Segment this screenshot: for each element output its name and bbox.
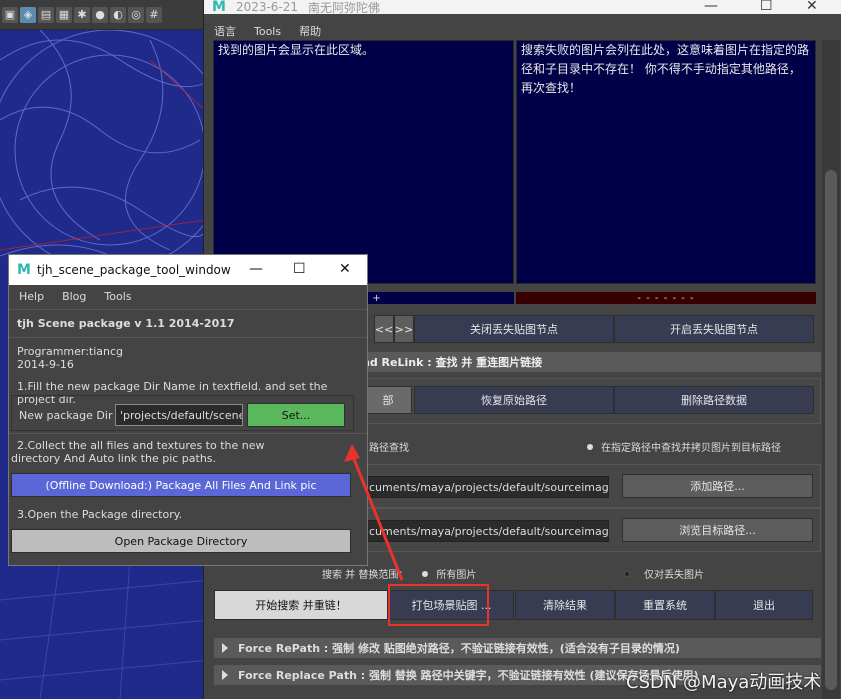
radio-unselected-icon [624, 570, 630, 577]
minimize-icon[interactable]: — [249, 261, 263, 277]
menu-tools[interactable]: Tools [254, 25, 281, 38]
copy-to-target-radio[interactable]: 在指定路径中查找并拷贝图片到目标路径 [587, 439, 781, 454]
open-missing-nodes-button[interactable]: 开启丢失贴图节点 [614, 315, 814, 343]
delete-path-data-button[interactable]: 删除路径数据 [614, 386, 814, 414]
start-search-button[interactable]: 开始搜索 并重链！ [214, 590, 388, 620]
close-icon[interactable]: ✕ [339, 261, 351, 277]
camera-icon[interactable]: ◐ [110, 6, 126, 23]
scope-missing-label: 仅对丢失图片 [644, 570, 704, 581]
divider [9, 433, 367, 434]
programmer-label: Programmer:tiancg [17, 345, 124, 358]
close-missing-nodes-button[interactable]: 关闭丢失贴图节点 [414, 315, 614, 343]
force-repath-section[interactable]: Force RePath : 强制 修改 贴图绝对路径，不验证链接有效性，(适合… [214, 638, 821, 658]
clear-results-button[interactable]: 清除结果 [515, 590, 615, 620]
menu-tools[interactable]: Tools [104, 290, 131, 303]
expand-arrow-icon [222, 643, 228, 653]
radio-selected-icon [587, 443, 593, 450]
new-package-label: New package Dir : [19, 409, 120, 422]
relink-menu-bar: 语言 Tools 帮助 [204, 22, 841, 40]
step2-line1: 2.Collect the all files and textures to … [17, 439, 265, 452]
relink-section-header[interactable]: nd ReLink : 查找 并 重连图片链接 [354, 352, 821, 372]
copy-to-target-label: 在指定路径中查找并拷贝图片到目标路径 [601, 443, 781, 454]
new-package-input[interactable]: 'projects/default/scenes [115, 404, 243, 426]
close-icon[interactable]: ✕ [806, 0, 818, 14]
force-repath-label: Force RePath : 强制 修改 贴图绝对路径，不验证链接有效性，(适合… [238, 642, 680, 655]
scrollbar-thumb[interactable] [825, 170, 837, 690]
maximize-icon[interactable]: ☐ [293, 261, 306, 277]
scope-all-radio-icon[interactable] [422, 570, 429, 577]
set-button[interactable]: Set... [247, 403, 345, 427]
missing-images-pane[interactable]: 搜索失败的图片会列在此处，这意味着图片在指定的路径和子目录中不存在！ 你不得不手… [516, 40, 816, 284]
title-date: 2023-6-21 [235, 0, 299, 14]
reset-system-button[interactable]: 重置系统 [615, 590, 715, 620]
tool-header: tjh Scene package v 1.1 2014-2017 [17, 317, 235, 330]
tool-title: tjh_scene_package_tool_window [36, 263, 231, 277]
isolate-icon[interactable]: ◎ [128, 6, 144, 23]
tool-menu-bar: Help Blog Tools [9, 285, 367, 307]
minimize-icon[interactable]: — [704, 0, 718, 14]
maya-logo-icon: M [17, 262, 31, 278]
found-images-pane[interactable]: 找到的图片会显示在此区域。 [213, 40, 514, 284]
exit-button[interactable]: 退出 [715, 590, 813, 620]
title-text: 南无阿弥陀佛 [308, 0, 381, 15]
restore-path-button[interactable]: 恢复原始路径 [414, 386, 614, 414]
light-icon[interactable]: ✱ [74, 6, 90, 23]
grid-icon[interactable]: # [146, 6, 162, 23]
nav-prev-button[interactable]: << [374, 315, 394, 343]
date-label: 2014-9-16 [17, 358, 74, 371]
missing-status-bar: - - - - - - - [516, 292, 816, 304]
watermark: CSDN @Maya动画技术 [626, 672, 822, 693]
annotation-highlight-box [388, 584, 489, 626]
menu-language[interactable]: 语言 [214, 23, 236, 39]
menu-blog[interactable]: Blog [62, 290, 86, 303]
step3-text: 3.Open the Package directory. [17, 508, 183, 521]
sphere-icon[interactable]: ● [92, 6, 108, 23]
scope-all-label[interactable]: 所有图片 [436, 566, 476, 581]
cube-icon[interactable]: ▣ [2, 6, 18, 23]
checker-icon[interactable]: ▦ [56, 6, 72, 23]
shaded-icon[interactable]: ▤ [38, 6, 54, 23]
package-all-button[interactable]: (Offline Download:) Package All Files An… [11, 473, 351, 497]
menu-help[interactable]: 帮助 [299, 23, 321, 39]
open-package-dir-button[interactable]: Open Package Directory [11, 529, 351, 553]
expand-arrow-icon [222, 670, 228, 680]
maya-logo-icon: M [212, 0, 226, 15]
browse-target-button[interactable]: 浏览目标路径... [622, 518, 813, 542]
all-button[interactable]: 部 [364, 386, 412, 414]
annotation-arrow [344, 444, 404, 581]
viewport-toolbar: ▣ ◈ ▤ ▦ ✱ ● ◐ ◎ # [0, 0, 205, 30]
scope-missing-radio[interactable]: 仅对丢失图片 [624, 566, 704, 581]
tool-title-bar: M tjh_scene_package_tool_window — ☐ ✕ [9, 255, 367, 285]
divider [9, 337, 367, 338]
nav-next-button[interactable]: >> [394, 315, 414, 343]
scrollbar-track[interactable] [822, 40, 840, 699]
menu-help[interactable]: Help [19, 290, 44, 303]
relink-title-bar: M 2023-6-21 南无阿弥陀佛 — ☐ ✕ [204, 0, 841, 15]
maximize-icon[interactable]: ☐ [760, 0, 773, 14]
step2-line2: directory And Auto link the pic paths. [11, 452, 217, 465]
package-tool-window: M tjh_scene_package_tool_window — ☐ ✕ He… [8, 254, 368, 566]
wireframe-icon[interactable]: ◈ [20, 6, 36, 23]
add-path-button[interactable]: 添加路径... [622, 474, 813, 498]
divider [9, 309, 367, 310]
